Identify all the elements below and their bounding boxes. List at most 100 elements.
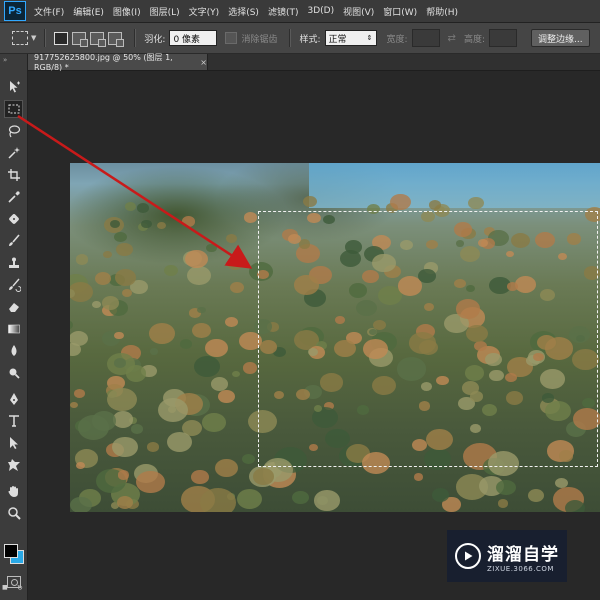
new-selection-button[interactable] bbox=[54, 31, 69, 45]
photo-texture-blob bbox=[115, 269, 137, 286]
photo-texture-blob bbox=[114, 331, 124, 340]
swap-width-height-icon[interactable]: ⇄ bbox=[448, 33, 456, 44]
zoom-tool-icon[interactable] bbox=[4, 504, 23, 522]
document-tab-title: 917752625800.jpg @ 50% (图层 1, RGB/8) * bbox=[34, 53, 173, 72]
add-to-selection-button[interactable] bbox=[72, 31, 89, 47]
photo-texture-blob bbox=[253, 468, 274, 485]
photo-texture-blob bbox=[192, 322, 211, 338]
antialias-label: 消除锯齿 bbox=[241, 34, 278, 45]
menu-help[interactable]: 帮助(H) bbox=[426, 5, 458, 18]
menu-image[interactable]: 图像(I) bbox=[113, 5, 141, 18]
menu-select[interactable]: 选择(S) bbox=[228, 5, 259, 18]
blur-tool-icon[interactable] bbox=[4, 342, 23, 360]
photo-texture-blob bbox=[124, 201, 136, 211]
dodge-tool-icon[interactable] bbox=[4, 364, 23, 382]
document-tab[interactable]: 917752625800.jpg @ 50% (图层 1, RGB/8) * × bbox=[28, 53, 208, 72]
quick-selection-tool-icon[interactable] bbox=[4, 144, 23, 162]
marquee-selection[interactable] bbox=[258, 211, 598, 467]
path-selection-tool-icon[interactable] bbox=[4, 434, 23, 452]
crop-tool-icon[interactable] bbox=[4, 166, 23, 184]
photo-texture-blob bbox=[111, 436, 138, 458]
chevron-down-icon[interactable]: ▼ bbox=[31, 34, 36, 42]
menu-view[interactable]: 视图(V) bbox=[343, 5, 374, 18]
subtract-from-selection-button[interactable] bbox=[90, 31, 107, 47]
photo-texture-blob bbox=[135, 470, 165, 494]
pen-tool-icon[interactable] bbox=[4, 390, 23, 408]
photo-texture-blob bbox=[225, 316, 238, 328]
menu-window[interactable]: 窗口(W) bbox=[383, 5, 417, 18]
photo-texture-blob bbox=[166, 432, 193, 453]
photo-texture-blob bbox=[236, 488, 262, 509]
photo-texture-blob bbox=[527, 489, 545, 503]
photo-texture-blob bbox=[92, 301, 101, 309]
menu-layer[interactable]: 图层(L) bbox=[150, 5, 180, 18]
photo-texture-blob bbox=[193, 356, 220, 378]
quick-mask-icon[interactable] bbox=[7, 576, 21, 588]
history-brush-tool-icon[interactable] bbox=[4, 276, 23, 294]
height-input[interactable] bbox=[488, 29, 517, 47]
lasso-tool-icon[interactable] bbox=[4, 122, 23, 140]
menu-3d[interactable]: 3D(D) bbox=[307, 6, 334, 16]
gradient-tool-icon[interactable] bbox=[4, 320, 23, 338]
photo-texture-blob bbox=[182, 216, 195, 227]
photo-texture-blob bbox=[141, 219, 153, 229]
toolbox: » ■ ↻ bbox=[0, 54, 28, 600]
photo-texture-blob bbox=[148, 323, 176, 344]
tool-preset-marquee-icon[interactable] bbox=[12, 31, 28, 45]
style-select[interactable]: 正常 ⇕ bbox=[324, 30, 377, 46]
photo-texture-blob bbox=[497, 499, 509, 508]
menu-file[interactable]: 文件(F) bbox=[34, 5, 64, 18]
type-tool-icon[interactable] bbox=[4, 412, 23, 430]
photo-texture-blob bbox=[210, 377, 228, 391]
photo-texture-blob bbox=[149, 348, 158, 355]
style-label: 样式: bbox=[299, 34, 321, 45]
play-logo-icon bbox=[455, 543, 481, 569]
water-reflection bbox=[308, 163, 600, 208]
watermark: 溜溜自学 ZIXUE.3066.COM bbox=[447, 530, 567, 582]
menu-filter[interactable]: 滤镜(T) bbox=[268, 5, 299, 18]
eyedropper-tool-icon[interactable] bbox=[4, 188, 23, 206]
close-icon[interactable]: × bbox=[200, 58, 207, 67]
photo-texture-blob bbox=[101, 296, 119, 310]
photo-texture-blob bbox=[389, 193, 411, 211]
menu-bar: Ps 文件(F) 编辑(E) 图像(I) 图层(L) 文字(Y) 选择(S) 滤… bbox=[0, 0, 600, 23]
photo-texture-blob bbox=[292, 490, 310, 505]
photo-texture-blob bbox=[107, 387, 138, 412]
refine-edge-button[interactable]: 调整边缘... bbox=[530, 29, 590, 47]
divider bbox=[44, 29, 47, 47]
photo-texture-blob bbox=[187, 265, 212, 285]
brush-tool-icon[interactable] bbox=[4, 232, 23, 250]
photo-texture-blob bbox=[95, 271, 112, 285]
photo-texture-blob bbox=[218, 390, 235, 404]
width-input[interactable] bbox=[411, 29, 440, 47]
move-tool-icon[interactable] bbox=[4, 78, 23, 96]
clone-stamp-tool-icon[interactable] bbox=[4, 254, 23, 272]
shape-tool-icon[interactable] bbox=[4, 456, 23, 474]
watermark-title: 溜溜自学 bbox=[487, 544, 559, 565]
foreground-color-swatch[interactable] bbox=[4, 544, 18, 558]
photo-texture-blob bbox=[74, 389, 86, 399]
antialias-checkbox[interactable] bbox=[225, 32, 238, 44]
photo-texture-blob bbox=[147, 442, 159, 452]
collapse-icon[interactable]: » bbox=[3, 56, 7, 64]
feather-input[interactable]: 0 像素 bbox=[169, 30, 218, 46]
photo-texture-blob bbox=[242, 454, 256, 465]
menu-edit[interactable]: 编辑(E) bbox=[73, 5, 104, 18]
photo-texture-blob bbox=[413, 473, 424, 481]
hand-tool-icon[interactable] bbox=[4, 482, 23, 500]
eraser-tool-icon[interactable] bbox=[4, 298, 23, 316]
photo-texture-blob bbox=[157, 397, 188, 422]
photo-texture-blob bbox=[179, 338, 193, 350]
rectangular-marquee-tool-icon[interactable] bbox=[4, 100, 23, 118]
intersect-selection-button[interactable] bbox=[108, 31, 125, 47]
photo-texture-blob bbox=[431, 488, 449, 503]
photo-texture-blob bbox=[205, 339, 228, 358]
photo-texture-blob bbox=[226, 256, 244, 270]
photo-texture-blob bbox=[115, 242, 134, 257]
options-bar: ▼ 羽化: 0 像素 消除锯齿 样式: 正常 ⇕ 宽度: ⇄ 高度: 调整边缘.… bbox=[0, 23, 600, 54]
photo-texture-blob bbox=[184, 249, 208, 269]
width-label: 宽度: bbox=[386, 34, 408, 45]
photo-texture-blob bbox=[130, 424, 143, 434]
healing-brush-tool-icon[interactable] bbox=[4, 210, 23, 228]
menu-type[interactable]: 文字(Y) bbox=[189, 5, 220, 18]
